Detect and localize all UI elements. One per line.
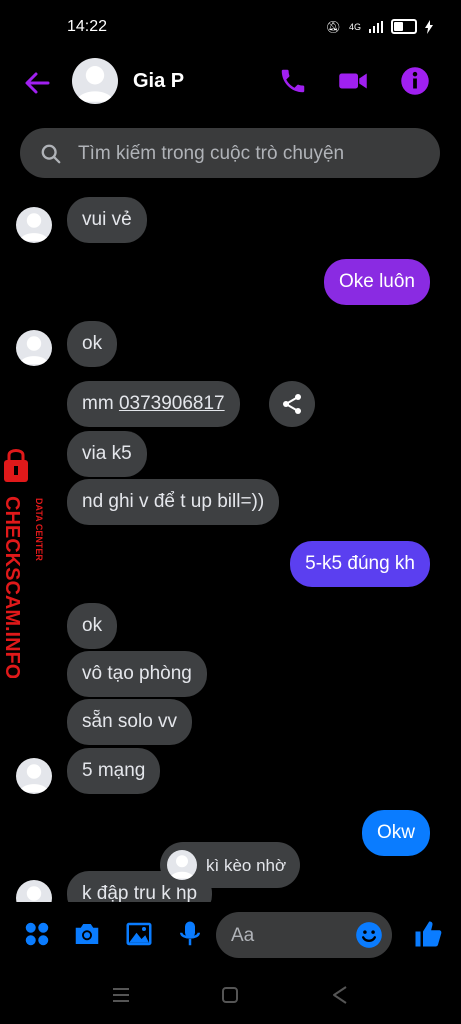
- search-placeholder: Tìm kiếm trong cuộc trò chuyện: [78, 143, 345, 164]
- status-time: 14:22: [67, 18, 108, 35]
- thumbs-up-icon[interactable]: [413, 919, 443, 949]
- sender-avatar[interactable]: [16, 207, 52, 243]
- signal-icon: [369, 20, 383, 33]
- gallery-icon[interactable]: [124, 919, 154, 949]
- apps-icon[interactable]: [22, 919, 52, 949]
- contact-name[interactable]: Gia P: [133, 70, 184, 93]
- mute-icon: 🔕︎: [325, 19, 341, 34]
- message-incoming[interactable]: vui vẻ: [67, 197, 147, 243]
- message-outgoing[interactable]: 5-k5 đúng kh: [290, 541, 430, 587]
- microphone-icon[interactable]: [175, 919, 205, 949]
- battery-icon: [391, 19, 417, 34]
- video-call-icon[interactable]: [338, 66, 368, 96]
- message-incoming[interactable]: nd ghi v để t up bill=)): [67, 479, 280, 525]
- message-incoming[interactable]: ok: [67, 321, 118, 367]
- info-icon[interactable]: [400, 66, 430, 96]
- recent-apps-icon[interactable]: [112, 987, 130, 1003]
- message-incoming[interactable]: sẵn solo vv: [67, 699, 193, 745]
- emoji-icon[interactable]: [355, 921, 383, 949]
- network-type: 4G: [348, 21, 361, 32]
- chip-text: kì kèo nhờ: [206, 856, 287, 875]
- message-incoming[interactable]: mm 0373906817: [67, 381, 240, 427]
- sender-avatar[interactable]: [16, 758, 52, 794]
- watermark-line1: DATA CENTER: [34, 498, 44, 561]
- message-input-placeholder: Aa: [231, 925, 255, 946]
- checkscam-watermark: DATA CENTER CHECKSCAM.INFO: [1, 449, 44, 678]
- message-incoming[interactable]: 5 mạng: [67, 748, 161, 794]
- back-arrow-icon[interactable]: [22, 68, 52, 98]
- share-icon: [283, 394, 301, 414]
- message-incoming[interactable]: via k5: [67, 431, 147, 477]
- search-icon: [41, 144, 61, 164]
- message-incoming[interactable]: vô tạo phòng: [67, 651, 207, 697]
- home-icon[interactable]: [222, 987, 238, 1003]
- camera-icon[interactable]: [72, 919, 102, 949]
- back-nav-icon[interactable]: [332, 986, 348, 1004]
- message-text: mm: [82, 393, 119, 414]
- watermark-line2: CHECKSCAM.INFO: [1, 496, 23, 678]
- share-button[interactable]: [269, 381, 315, 427]
- chip-avatar: [167, 850, 197, 880]
- message-outgoing[interactable]: Oke luôn: [323, 259, 430, 305]
- status-icons: 🔕︎ 4G: [326, 19, 433, 34]
- sender-avatar[interactable]: [16, 330, 52, 366]
- charging-icon: [425, 19, 433, 34]
- message-incoming[interactable]: ok: [67, 603, 118, 649]
- phone-number-link[interactable]: 0373906817: [119, 393, 225, 414]
- phone-call-icon[interactable]: [278, 66, 308, 96]
- message-outgoing[interactable]: Okw: [362, 810, 430, 856]
- contact-avatar[interactable]: [72, 58, 118, 104]
